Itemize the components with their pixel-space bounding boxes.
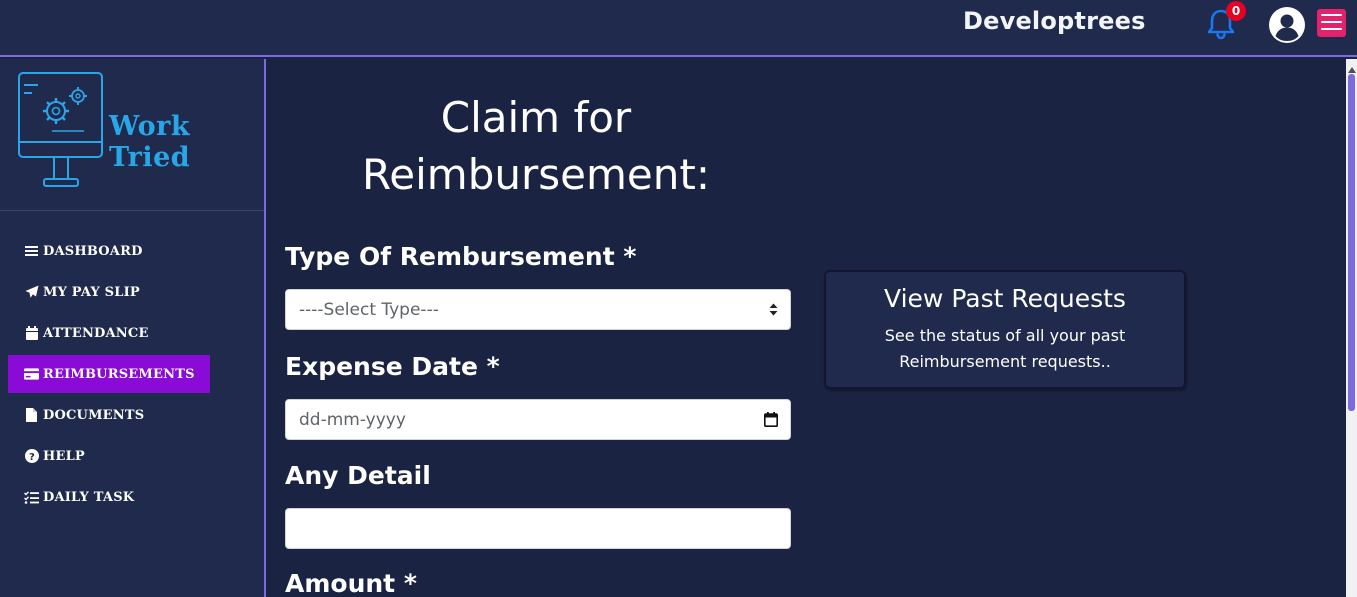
scroll-thumb[interactable] — [1348, 74, 1355, 411]
sidebar-item-help[interactable]: ? HELP — [8, 437, 264, 475]
notification-badge: 0 — [1226, 1, 1246, 21]
sidebar-nav: DASHBOARD MY PAY SLIP ATTENDANCE REIMBUR… — [8, 232, 264, 519]
sidebar: Work Tried DASHBOARD MY PAY SLIP ATTENDA… — [0, 59, 266, 597]
past-requests-description: See the status of all your past Reimburs… — [884, 326, 1126, 371]
logo-text: Work Tried — [109, 111, 191, 173]
page-scrollbar[interactable] — [1346, 59, 1357, 597]
page-title: Claim for Reimbursement: — [362, 93, 710, 199]
type-label: Type Of Rembursement * — [285, 242, 637, 271]
expense-date-label: Expense Date * — [285, 352, 500, 381]
sidebar-item-daily-task[interactable]: DAILY TASK — [8, 478, 264, 516]
any-detail-label: Any Detail — [285, 461, 431, 490]
sidebar-item-my-pay-slip[interactable]: MY PAY SLIP — [8, 273, 264, 311]
svg-text:?: ? — [28, 452, 34, 463]
sidebar-item-label: DAILY TASK — [43, 489, 135, 505]
select-value: ----Select Type--- — [299, 299, 439, 320]
sidebar-item-documents[interactable]: DOCUMENTS — [8, 396, 264, 434]
view-past-requests-card[interactable]: View Past Requests See the status of all… — [824, 270, 1186, 389]
sidebar-item-dashboard[interactable]: DASHBOARD — [8, 232, 264, 270]
reimbursement-type-select[interactable]: ----Select Type--- — [285, 289, 791, 330]
top-header: Developtrees 0 — [0, 0, 1357, 57]
sidebar-item-attendance[interactable]: ATTENDANCE — [8, 314, 264, 352]
date-placeholder: dd-mm-yyyy — [299, 409, 406, 430]
tasks-icon — [24, 490, 39, 505]
sidebar-item-label: ATTENDANCE — [43, 325, 149, 341]
brand-name: Developtrees — [963, 7, 1146, 35]
expense-date-input[interactable]: dd-mm-yyyy — [285, 399, 791, 440]
sidebar-item-label: DASHBOARD — [43, 243, 143, 259]
calendar-icon — [24, 326, 39, 341]
any-detail-input[interactable] — [285, 508, 791, 549]
file-icon — [24, 408, 39, 423]
credit-card-icon — [24, 367, 39, 382]
amount-label: Amount * — [285, 569, 417, 597]
sidebar-divider — [0, 210, 264, 211]
sidebar-item-label: MY PAY SLIP — [43, 284, 140, 300]
sidebar-item-label: REIMBURSEMENTS — [43, 366, 195, 382]
select-caret-icon — [769, 290, 778, 329]
sidebar-item-label: DOCUMENTS — [43, 407, 145, 423]
main-content: Claim for Reimbursement: Type Of Remburs… — [266, 59, 1346, 597]
question-circle-icon: ? — [24, 449, 39, 464]
paper-plane-icon — [24, 285, 39, 300]
bars-icon — [24, 244, 39, 259]
calendar-picker-icon[interactable] — [764, 400, 778, 439]
past-requests-title: View Past Requests — [884, 284, 1126, 313]
sidebar-item-reimbursements[interactable]: REIMBURSEMENTS — [8, 355, 210, 393]
hamburger-icon[interactable] — [1317, 9, 1346, 37]
sidebar-item-label: HELP — [43, 448, 85, 464]
user-circle-icon[interactable] — [1268, 6, 1306, 44]
scroll-up-icon[interactable] — [1348, 67, 1356, 73]
